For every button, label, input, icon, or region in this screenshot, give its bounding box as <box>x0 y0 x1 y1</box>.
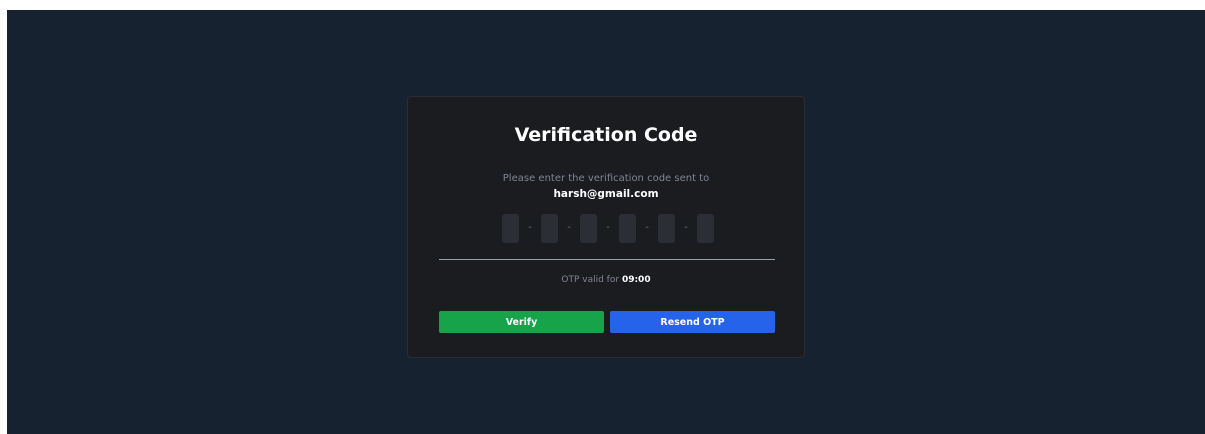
otp-separator: - <box>567 222 571 233</box>
otp-digit-4[interactable] <box>619 213 636 243</box>
otp-separator: - <box>606 222 610 233</box>
otp-digit-3[interactable] <box>580 213 597 243</box>
otp-separator: - <box>684 222 688 233</box>
page-background: Verification Code Please enter the verif… <box>7 10 1205 434</box>
otp-digit-2[interactable] <box>541 213 558 243</box>
otp-timer-label: OTP valid for <box>561 275 620 285</box>
otp-timer: OTP valid for 09:00 <box>408 275 804 285</box>
otp-digit-1[interactable] <box>502 213 519 243</box>
otp-separator: - <box>528 222 532 233</box>
otp-digit-5[interactable] <box>658 213 675 243</box>
otp-input-group: - - - - - <box>502 213 714 243</box>
instruction-text: Please enter the verification code sent … <box>502 173 710 184</box>
otp-separator: - <box>645 222 649 233</box>
otp-timer-value: 09:00 <box>621 275 651 285</box>
resend-otp-button[interactable]: Resend OTP <box>610 311 775 333</box>
page-title: Verification Code <box>514 124 698 146</box>
recipient-email: harsh@gmail.com <box>553 188 659 200</box>
otp-digit-6[interactable] <box>697 213 714 243</box>
verification-card: Verification Code Please enter the verif… <box>407 96 805 358</box>
divider <box>439 259 775 260</box>
verify-button[interactable]: Verify <box>439 311 604 333</box>
